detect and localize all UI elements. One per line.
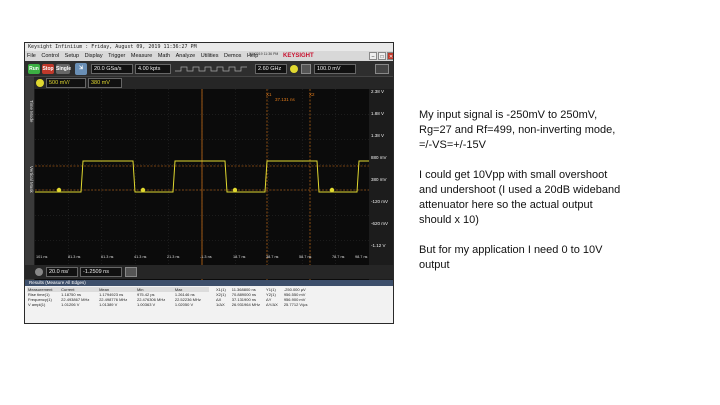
menu-setup[interactable]: Setup: [63, 51, 81, 61]
measurements-table: Measurement Current Mean Min Max Rise ti…: [27, 287, 209, 307]
cursor-delta-readout: 37.131 ns: [275, 97, 295, 102]
table-cell: 1.01206 V: [61, 302, 80, 307]
time-tick: 21.3 ns: [167, 255, 180, 259]
menu-demos[interactable]: Demos: [222, 51, 243, 61]
table-cell: 1.02050 V: [174, 302, 194, 307]
auto-scale-icon[interactable]: ⇲: [75, 63, 87, 75]
cursor-x2-label: X2: [309, 92, 315, 97]
time-tick: 78.7 ns: [332, 255, 345, 259]
axis-label: 1.88 V: [371, 111, 385, 116]
single-button[interactable]: Single: [56, 64, 71, 74]
time-tick: 58.7 ns: [299, 255, 312, 259]
menu-display[interactable]: Display: [83, 51, 105, 61]
clock: 8/9/2019 11:36 PM: [249, 52, 279, 56]
trigger-source-icon[interactable]: [290, 65, 298, 73]
channel1-icon[interactable]: [36, 79, 44, 87]
oscilloscope-screenshot: Keysight Infiniium : Friday, August 09, …: [24, 42, 394, 324]
cursor-label: ΔY/ΔX: [266, 302, 278, 307]
time-tick: 61.3 ns: [101, 255, 114, 259]
bandwidth-field[interactable]: 2.60 GHz: [255, 64, 287, 74]
menu-measure[interactable]: Measure: [129, 51, 154, 61]
menu-trigger[interactable]: Trigger: [106, 51, 127, 61]
channel-toolbar: 500 mV/ 380 mV: [25, 77, 393, 89]
voltage-axis: 2.38 V 1.88 V 1.38 V 880 mV 380 mV -120 …: [369, 89, 393, 291]
time-axis: 101 ns 81.3 ns 61.3 ns 41.3 ns 21.3 ns -…: [35, 255, 369, 261]
axis-label: -620 mV: [371, 221, 389, 226]
note-paragraph: I could get 10Vpp with small overshoot a…: [419, 169, 621, 226]
channel-scale-field[interactable]: 500 mV/: [46, 78, 86, 88]
timebase-delay-field[interactable]: -1.2509 ns: [80, 267, 122, 277]
table-cell: 1.00363 V: [136, 302, 156, 307]
cursor-value: 26.931964 MHz: [231, 302, 261, 307]
table-cell: 1.01389 V: [99, 302, 118, 307]
zoom-icon[interactable]: [125, 267, 137, 277]
table-row: 1/ΔX 26.931964 MHz ΔY/ΔX 25.7712 V/µs: [213, 302, 310, 307]
results-title: Results (Measure All Edges): [25, 280, 393, 286]
trigger-level-field[interactable]: 100.0 mV: [314, 64, 356, 74]
time-tick: 38.7 ns: [266, 255, 279, 259]
menu-utilities[interactable]: Utilities: [199, 51, 221, 61]
axis-label: -120 mV: [371, 199, 389, 204]
brand-logo: KEYSIGHT: [283, 53, 314, 59]
run-button[interactable]: Run: [28, 64, 40, 74]
acquisition-toolbar: Run Stop Single ⇲ 20.0 GSa/s 4.00 kpts 2…: [25, 61, 393, 77]
time-tick: -1.3 ns: [200, 255, 212, 259]
note-paragraph: My input signal is -250mV to 250mV, Rg=2…: [419, 109, 616, 151]
cursor-value: 25.7712 V/µs: [283, 302, 308, 307]
trigger-slope-icon[interactable]: [301, 64, 311, 74]
display-layout-icon[interactable]: [375, 64, 389, 74]
channel-offset-field[interactable]: 380 mV: [88, 78, 122, 88]
sample-rate-field[interactable]: 20.0 GSa/s: [91, 64, 133, 74]
axis-label: -1.12 V: [371, 243, 386, 248]
axis-label: 2.38 V: [371, 89, 385, 94]
close-icon[interactable]: ✕: [387, 52, 393, 60]
menu-analyze[interactable]: Analyze: [174, 51, 198, 61]
axis-label: 380 mV: [371, 177, 387, 182]
cursor-label: 1/ΔX: [216, 302, 225, 307]
cursor-readout-table: X1(1) 11.368800 ns Y1(1) -250.000 µV X2(…: [213, 287, 310, 307]
results-panel: Results (Measure All Edges) Measurement …: [25, 280, 393, 323]
table-row[interactable]: V ampl(1) 1.01206 V 1.01389 V 1.00363 V …: [27, 302, 209, 307]
menu-control[interactable]: Control: [39, 51, 61, 61]
time-tick: 18.7 ns: [233, 255, 246, 259]
minimize-icon[interactable]: –: [369, 52, 377, 60]
stop-button[interactable]: Stop: [42, 64, 54, 74]
side-tabs: Time Mode Vertical Mask: [25, 77, 34, 297]
restore-icon[interactable]: □: [378, 52, 386, 60]
cursor-x1-label: X1: [266, 92, 272, 97]
timebase-scale-field[interactable]: 20.0 ns/: [46, 267, 78, 277]
axis-label: 880 mV: [371, 155, 387, 160]
window-title: Keysight Infiniium : Friday, August 09, …: [25, 43, 393, 51]
tab-vertical-mask[interactable]: Vertical Mask: [25, 149, 34, 209]
note-paragraph: But for my application I need 0 to 10V o…: [419, 244, 603, 271]
time-tick: 98.7 ns: [355, 255, 368, 259]
timebase-bar: 20.0 ns/ -1.2509 ns: [25, 265, 393, 279]
menu-file[interactable]: File: [25, 51, 38, 61]
measurement-name: V ampl(1): [28, 302, 46, 307]
memory-depth-field[interactable]: 4.00 kpts: [135, 64, 171, 74]
waveform-preview-icon: [175, 66, 247, 72]
menu-bar: File Control Setup Display Trigger Measu…: [25, 51, 393, 61]
time-tick: 41.3 ns: [134, 255, 147, 259]
slide-notes: My input signal is -250mV to 250mV, Rg=2…: [419, 108, 684, 288]
menu-math[interactable]: Math: [156, 51, 172, 61]
time-tick: 101 ns: [36, 255, 48, 259]
tab-time-mode[interactable]: Time Mode: [25, 91, 34, 131]
axis-label: 1.38 V: [371, 133, 385, 138]
time-tick: 81.3 ns: [68, 255, 81, 259]
horizontal-icon[interactable]: [35, 268, 43, 276]
